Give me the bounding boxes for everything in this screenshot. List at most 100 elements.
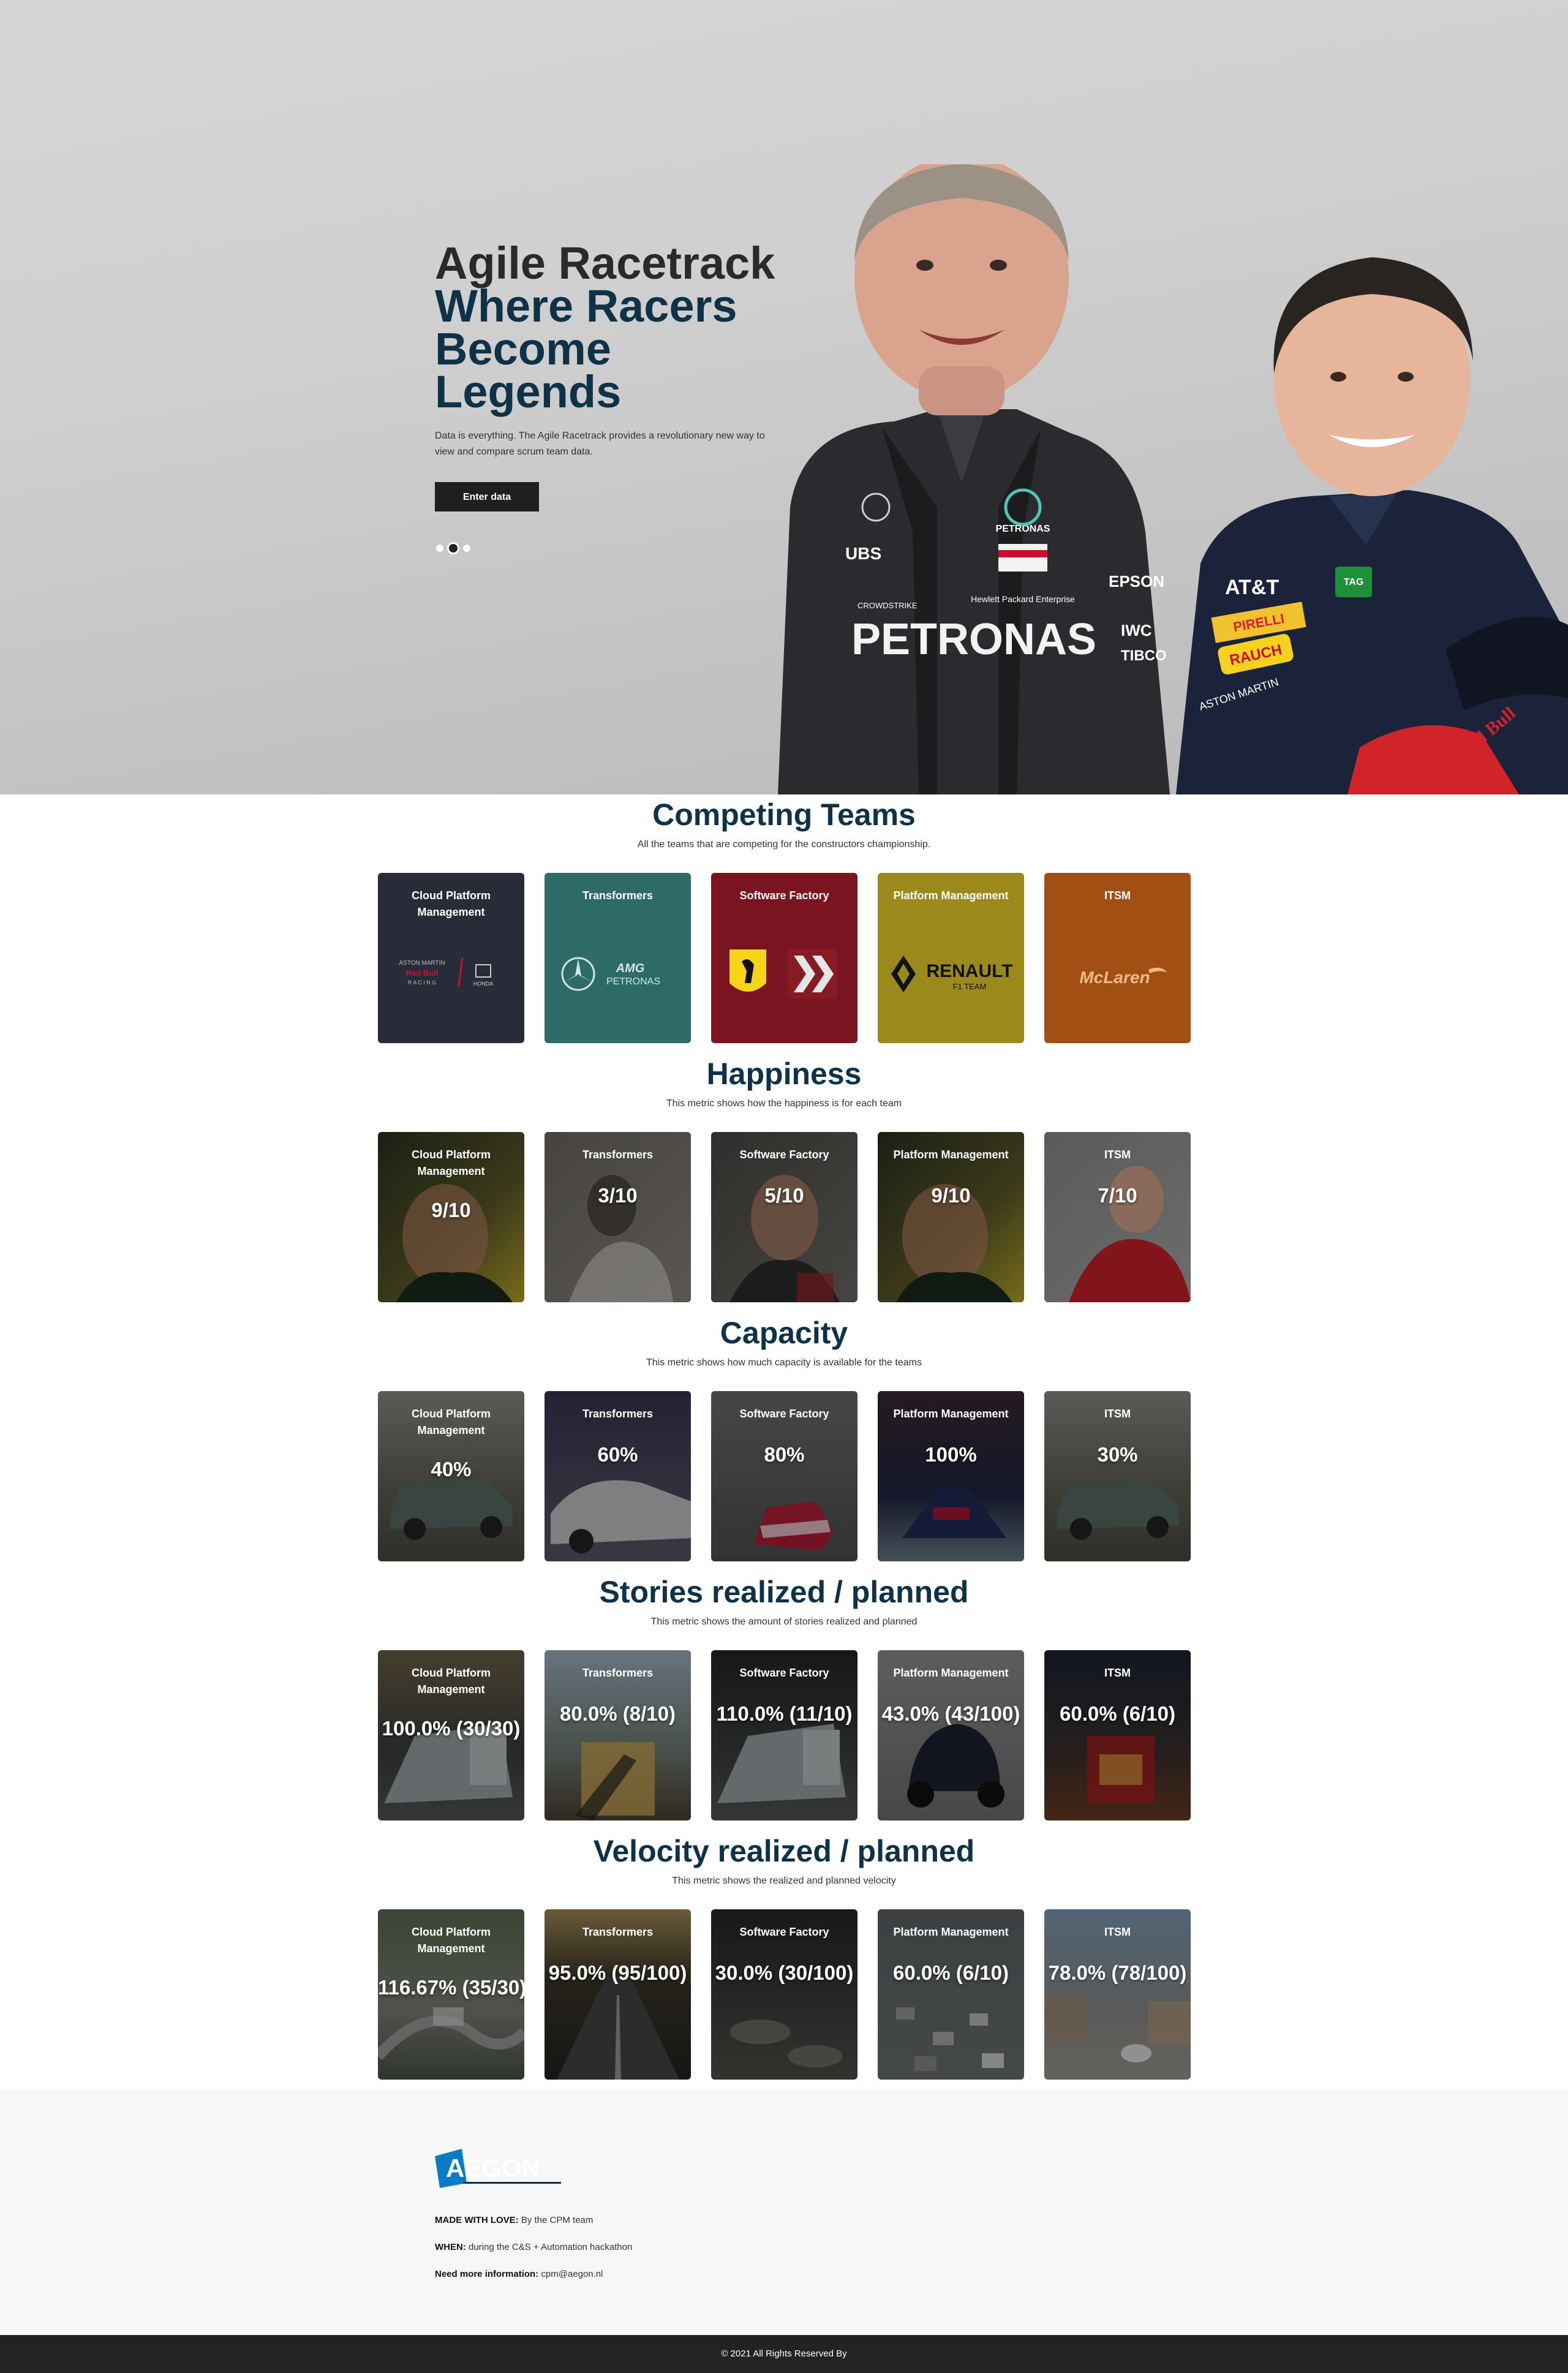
footer-when: WHEN: during the C&S + Automation hackat…: [435, 2242, 633, 2252]
section-subtitle: All the teams that are competing for the…: [637, 839, 931, 850]
capacity-value: 30%: [1097, 1443, 1138, 1466]
section-title: Stories realized / planned: [599, 1575, 969, 1609]
capacity-card-cloud-platform[interactable]: Cloud Platform Management 40%: [378, 1391, 524, 1561]
competing-teams-cards: Cloud Platform Management ASTON MARTIN R…: [378, 873, 1191, 1043]
mclaren-logo: McLaren: [1079, 967, 1167, 987]
team-name: ITSM: [1104, 1149, 1131, 1161]
stories-value: 80.0% (8/10): [560, 1702, 676, 1725]
velocity-card-software-factory[interactable]: Software Factory 30.0% (30/100): [711, 1909, 858, 2080]
section-subtitle: This metric shows how the happiness is f…: [666, 1098, 902, 1109]
svg-text:F1 TEAM: F1 TEAM: [953, 982, 987, 991]
team-name: Software Factory: [739, 1667, 829, 1679]
capacity-value: 40%: [431, 1458, 472, 1481]
stories-section: Stories realized / planned This metric s…: [0, 1574, 1568, 1629]
happiness-section: Happiness This metric shows how the happ…: [0, 1055, 1568, 1111]
renault-logo: RENAULT F1 TEAM: [891, 956, 1013, 992]
happiness-card-cloud-platform[interactable]: Cloud Platform Management 9/10: [378, 1132, 524, 1302]
team-name: ITSM: [1104, 1408, 1131, 1420]
carousel-dot-active[interactable]: [447, 542, 459, 554]
velocity-cards: Cloud Platform Management 116.67% (35/30…: [378, 1909, 1191, 2080]
team-name: Software Factory: [739, 889, 829, 902]
velocity-card-transformers[interactable]: Transformers 95.0% (95/100): [545, 1909, 691, 2080]
hero-title: Agile Racetrack: [435, 238, 775, 289]
capacity-card-platform-management[interactable]: Platform Management 100%: [878, 1391, 1024, 1561]
team-name: Platform Management: [893, 1149, 1009, 1161]
happiness-card-platform-management[interactable]: Platform Management 9/10: [878, 1132, 1024, 1302]
velocity-card-cloud-platform[interactable]: Cloud Platform Management 116.67% (35/30…: [378, 1909, 524, 2080]
velocity-value: 116.67% (35/30): [378, 1976, 524, 1999]
team-name: ITSM: [1104, 889, 1131, 902]
stories-card-platform-management[interactable]: Platform Management 43.0% (43/100): [878, 1650, 1024, 1820]
svg-text:R A C I N G: R A C I N G: [408, 979, 437, 986]
team-name: Software Factory: [739, 1149, 829, 1161]
team-name: Platform Management: [893, 1408, 1009, 1420]
team-name: ITSM: [1104, 1667, 1131, 1679]
svg-text:TAG: TAG: [1344, 577, 1364, 587]
mercedes-amg-logo: AMG PETRONAS: [561, 957, 660, 991]
team-name: Transformers: [582, 1408, 654, 1420]
capacity-value: 100%: [925, 1443, 977, 1466]
capacity-card-software-factory[interactable]: Software Factory 80%: [711, 1391, 858, 1561]
footer-made-with-love: MADE WITH LOVE: By the CPM team: [435, 2215, 594, 2225]
aegon-logo: AEGON: [435, 2149, 561, 2188]
contact-email-link[interactable]: cpm@aegon.nl: [541, 2269, 603, 2279]
svg-text:CROWDSTRIKE: CROWDSTRIKE: [858, 601, 918, 610]
hero-description: Data is everything. The Agile Racetrack …: [435, 431, 765, 457]
team-card-platform-management[interactable]: Platform Management RENAULT F1 TEAM: [878, 873, 1024, 1043]
team-card-itsm[interactable]: ITSM McLaren: [1044, 873, 1191, 1043]
hero-tagline-1: Where Racers: [435, 281, 737, 331]
team-name: ITSM: [1104, 1926, 1131, 1938]
team-name: Cloud Platform Management: [412, 1926, 491, 1955]
team-name: Transformers: [582, 1667, 654, 1679]
stories-card-cloud-platform[interactable]: Cloud Platform Management 100.0% (30/30): [378, 1650, 524, 1820]
capacity-cards: Cloud Platform Management 40% Transforme…: [378, 1391, 1191, 1561]
hero-tagline-3: Legends: [435, 366, 622, 417]
racer-mercedes-image: PETRONAS PETRONAS UBS Hewlett Packard En…: [778, 164, 1170, 794]
hero-text: Agile Racetrack Where Racers Become Lege…: [435, 238, 778, 511]
section-subtitle: This metric shows the amount of stories …: [650, 1617, 918, 1627]
hero-banner: Agile Racetrack Where Racers Become Lege…: [0, 0, 1568, 794]
stories-value: 110.0% (11/10): [716, 1702, 853, 1725]
stories-value: 100.0% (30/30): [382, 1717, 521, 1740]
velocity-value: 60.0% (6/10): [893, 1961, 1009, 1984]
team-name: Platform Management: [893, 889, 1009, 902]
team-name: Transformers: [582, 1926, 654, 1938]
stories-card-software-factory[interactable]: Software Factory 110.0% (11/10): [711, 1650, 858, 1820]
happiness-card-itsm[interactable]: ITSM 7/10: [1044, 1132, 1191, 1302]
velocity-card-itsm[interactable]: ITSM 78.0% (78/100): [1044, 1909, 1191, 2080]
team-card-transformers[interactable]: Transformers AMG PETRONAS: [545, 873, 691, 1043]
section-subtitle: This metric shows how much capacity is a…: [646, 1357, 922, 1368]
team-name: Transformers: [582, 1149, 654, 1161]
carousel-indicators: [436, 542, 470, 554]
svg-text:AEGON: AEGON: [446, 2154, 540, 2182]
capacity-card-itsm[interactable]: ITSM 30%: [1044, 1391, 1191, 1561]
capacity-value: 60%: [597, 1443, 638, 1466]
ferrari-logo: [729, 949, 837, 998]
stories-card-itsm[interactable]: ITSM 60.0% (6/10): [1044, 1650, 1191, 1820]
team-name: Cloud Platform Management: [412, 1149, 491, 1177]
svg-text:AT&T: AT&T: [1225, 576, 1279, 599]
team-card-cloud-platform[interactable]: Cloud Platform Management ASTON MARTIN R…: [378, 873, 524, 1043]
velocity-section: Velocity realized / planned This metric …: [0, 1833, 1568, 1888]
velocity-card-platform-management[interactable]: Platform Management 60.0% (6/10): [878, 1909, 1024, 2080]
carousel-dot[interactable]: [463, 545, 470, 552]
section-title: Capacity: [720, 1316, 848, 1350]
happiness-card-software-factory[interactable]: Software Factory 5/10: [711, 1132, 858, 1302]
happiness-cards: Cloud Platform Management 9/10 Transform…: [378, 1132, 1191, 1302]
stories-value: 60.0% (6/10): [1060, 1702, 1175, 1725]
stories-card-transformers[interactable]: Transformers 80.0% (8/10): [545, 1650, 691, 1820]
section-title: Happiness: [706, 1057, 862, 1091]
happiness-card-transformers[interactable]: Transformers 3/10: [545, 1132, 691, 1302]
carousel-dot[interactable]: [436, 545, 443, 552]
happiness-score: 5/10: [764, 1184, 804, 1207]
enter-data-button[interactable]: Enter data: [435, 482, 539, 511]
team-name: Platform Management: [893, 1926, 1009, 1938]
redbull-honda-logo: ASTON MARTIN Red Bull R A C I N G HONDA: [399, 957, 493, 987]
team-card-software-factory[interactable]: Software Factory: [711, 873, 858, 1043]
stories-cards: Cloud Platform Management 100.0% (30/30)…: [378, 1650, 1191, 1820]
team-name: Software Factory: [739, 1408, 829, 1420]
hero-tagline-2: Become: [435, 323, 611, 374]
svg-text:McLaren: McLaren: [1079, 968, 1150, 987]
svg-text:TIBCO: TIBCO: [1121, 647, 1167, 664]
capacity-card-transformers[interactable]: Transformers 60%: [545, 1391, 691, 1561]
